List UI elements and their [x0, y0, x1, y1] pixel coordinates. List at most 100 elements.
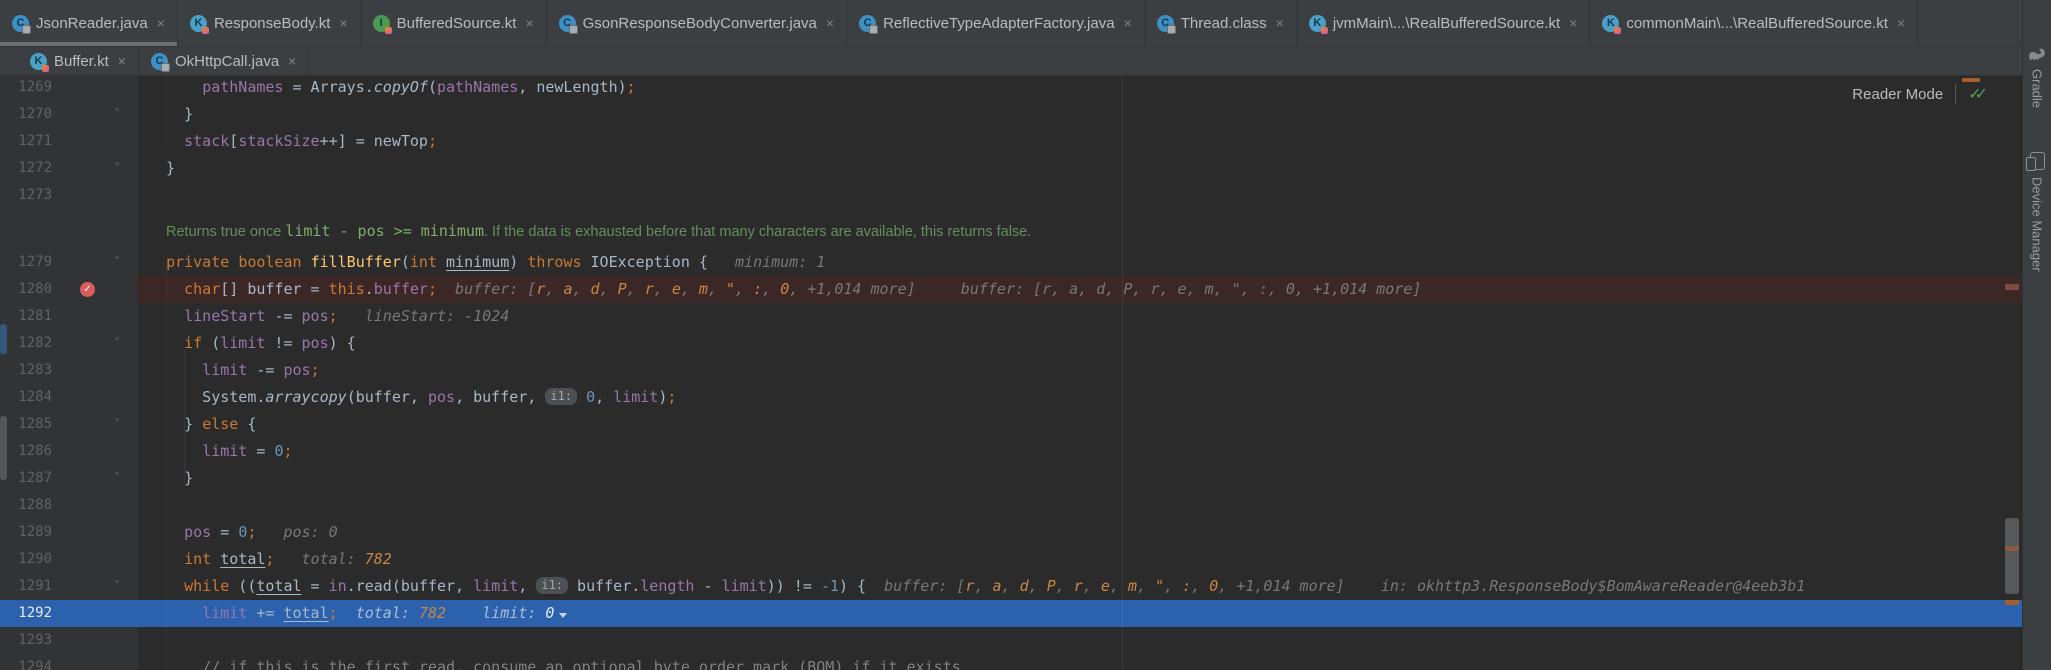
editor-scrollbar[interactable] — [2004, 76, 2020, 670]
tab-gsonresponsebodyconverter-java[interactable]: C GsonResponseBodyConverter.java × — [547, 0, 848, 46]
code-line-1289[interactable]: 1289 pos = 0; pos: 0 — [0, 519, 2022, 546]
tab-jvmmain-realbufferedsource-kt[interactable]: KjvmMain\...\RealBufferedSource.kt × — [1297, 0, 1591, 46]
line-number: 1279 — [18, 254, 52, 270]
parameter-hint-chip: i1: — [536, 577, 569, 594]
tab-label: ReflectiveTypeAdapterFactory.java — [883, 14, 1115, 32]
kotlin-file-icon: K — [30, 52, 49, 72]
tab-label: Thread.class — [1180, 14, 1267, 32]
right-tool-stripe: Gradle Device Manager — [2022, 0, 2051, 670]
tool-stripe-label: Gradle — [2029, 69, 2045, 109]
tool-stripe-button-gradle[interactable]: Gradle — [2028, 48, 2046, 108]
code-line-1271[interactable]: 1271 stack[stackSize++] = newTop; — [0, 128, 2022, 155]
code-line-1272[interactable]: 1272 ˄ } — [0, 155, 2022, 182]
code-line-1284[interactable]: 1284 System.arraycopy(buffer, pos, buffe… — [0, 384, 2022, 411]
kotlin-badge-icon — [201, 26, 209, 34]
close-tab-icon[interactable]: × — [1124, 16, 1132, 30]
reader-mode-divider — [1955, 84, 1957, 104]
gutter: 1291 ˅ — [0, 573, 138, 600]
inspections-ok-check-icon[interactable]: ✓✓ — [1968, 84, 1988, 104]
parameter-hint-chip: i1: — [545, 388, 578, 405]
code-text: } — [148, 469, 194, 487]
code-text: while ((total = in.read(buffer, limit, i… — [184, 577, 1806, 595]
close-tab-icon[interactable]: × — [525, 16, 533, 30]
tab-okhttpcall-java[interactable]: C OkHttpCall.java × — [139, 47, 310, 75]
hard-wrap-guide — [1122, 76, 1123, 670]
tab-thread-class[interactable]: C Thread.class × — [1145, 0, 1297, 46]
close-tab-icon[interactable]: × — [1897, 16, 1905, 30]
code-line-1292[interactable]: 1292 limit += total; total: 782 limit: 0 — [0, 600, 2022, 627]
java-class-icon: C — [558, 14, 578, 34]
code-line-1273[interactable]: 1273 — [0, 182, 2022, 209]
code-text — [138, 627, 2022, 654]
java-class-icon: C — [1156, 14, 1176, 34]
close-tab-icon[interactable]: × — [826, 16, 834, 30]
reader-mode-label: Reader Mode — [1852, 85, 1944, 103]
code-line-1291[interactable]: 1291 ˅ while ((total = in.read(buffer, li… — [0, 573, 2022, 600]
code-text: System.arraycopy(buffer, pos, buffer, i1… — [148, 388, 677, 406]
code-line-1286[interactable]: 1286 limit = 0; — [0, 438, 2022, 465]
tool-stripe-label: Device Manager — [2029, 177, 2045, 272]
code-line-1270[interactable]: 1270 ˄ } — [0, 101, 2022, 128]
line-number: 1273 — [18, 187, 52, 203]
code-line-1282[interactable]: 1282 ˅ if (limit != pos) { — [0, 330, 2022, 357]
code-text: } — [148, 159, 176, 177]
close-tab-icon[interactable]: × — [1276, 16, 1284, 30]
line-number: 1291 — [18, 578, 52, 594]
code-line-1293[interactable]: 1293 — [0, 627, 2022, 654]
code-line-1279[interactable]: 1279 ˅ private boolean fillBuffer(int min… — [0, 249, 2022, 276]
code-text: limit += total; total: 782 limit: 0 — [138, 600, 2022, 627]
tab-responsebody-kt[interactable]: K ResponseBody.kt × — [178, 0, 361, 46]
gutter: 1273 — [0, 182, 138, 209]
fold-down-icon[interactable]: ˅ — [106, 573, 128, 600]
tab-commonmain-realbufferedsource-kt[interactable]: KcommonMain\...\RealBufferedSource.kt × — [1590, 0, 1919, 46]
gradle-elephant-icon — [2029, 48, 2045, 61]
close-tab-icon[interactable]: × — [288, 54, 296, 68]
lock-badge-icon — [22, 24, 31, 34]
code-line-1290[interactable]: 1290 int total; total: 782 — [0, 546, 2022, 573]
expand-hint-chevron-icon[interactable] — [559, 613, 568, 618]
tab-buffer-kt[interactable]: K Buffer.kt × — [18, 47, 139, 75]
gutter: 1279 ˅ — [0, 249, 138, 276]
kotlin-interface-icon: I — [372, 14, 392, 34]
close-tab-icon[interactable]: × — [339, 16, 347, 30]
code-line-1283[interactable]: 1283 limit -= pos; — [0, 357, 2022, 384]
reader-mode-widget[interactable]: Reader Mode ✓✓ — [1852, 84, 1988, 104]
scrollbar-thumb[interactable] — [2005, 518, 2019, 594]
fold-down-icon[interactable]: ˅ — [106, 411, 128, 438]
kotlin-badge-icon — [1614, 26, 1622, 34]
code-line-1287[interactable]: 1287 ˄ } — [0, 465, 2022, 492]
indent-guide — [184, 349, 185, 484]
code-line-1280[interactable]: 1280 ✓ char[] buffer = this.buffer; buffe… — [0, 276, 2022, 303]
kotlin-badge-icon — [384, 26, 392, 34]
line-number: 1284 — [18, 389, 52, 405]
lock-badge-icon — [568, 24, 578, 34]
line-number: 1289 — [18, 524, 52, 540]
code-line-1294[interactable]: 1294 // if this is the first read, consu… — [0, 654, 2022, 670]
code-line-1269[interactable]: 1269 pathNames = Arrays.copyOf(pathNames… — [0, 76, 2022, 101]
tab-bufferedsource-kt[interactable]: I BufferedSource.kt × — [361, 0, 547, 46]
close-tab-icon[interactable]: × — [118, 54, 126, 68]
tab-label: Buffer.kt — [54, 52, 109, 70]
code-line-1288[interactable]: 1288 — [0, 492, 2022, 519]
close-tab-icon[interactable]: × — [157, 16, 165, 30]
rendered-doc-comment[interactable]: Returns true once limit - pos >= minimum… — [0, 209, 2022, 249]
fold-down-icon[interactable]: ˅ — [106, 330, 128, 357]
code-line-1281[interactable]: 1281 lineStart -= pos; lineStart: -1024 — [0, 303, 2022, 330]
gutter: 1281 — [0, 303, 138, 330]
code-text: // if this is the first read, consume an… — [148, 658, 961, 670]
breakpoint-verified-icon[interactable]: ✓ — [80, 282, 95, 297]
fold-up-icon[interactable]: ˄ — [106, 155, 128, 182]
tab-jsonreader-java[interactable]: C JsonReader.java × — [0, 0, 178, 46]
code-line-1285[interactable]: 1285 ˅ } else { — [0, 411, 2022, 438]
tab-reflectivetypeadapterfactory-java[interactable]: C ReflectiveTypeAdapterFactory.java × — [847, 0, 1145, 46]
gutter: 1270 ˄ — [0, 101, 138, 128]
left-edge-marker — [0, 416, 7, 480]
line-number: 1292 — [18, 605, 52, 621]
fold-up-icon[interactable]: ˄ — [106, 101, 128, 128]
fold-down-icon[interactable]: ˅ — [106, 249, 128, 276]
editor-area[interactable]: 1269 pathNames = Arrays.copyOf(pathNames… — [0, 76, 2022, 670]
device-manager-icon — [2025, 152, 2045, 172]
tool-stripe-button-device-manager[interactable]: Device Manager — [2025, 152, 2045, 272]
fold-up-icon[interactable]: ˄ — [106, 465, 128, 492]
close-tab-icon[interactable]: × — [1569, 16, 1577, 30]
